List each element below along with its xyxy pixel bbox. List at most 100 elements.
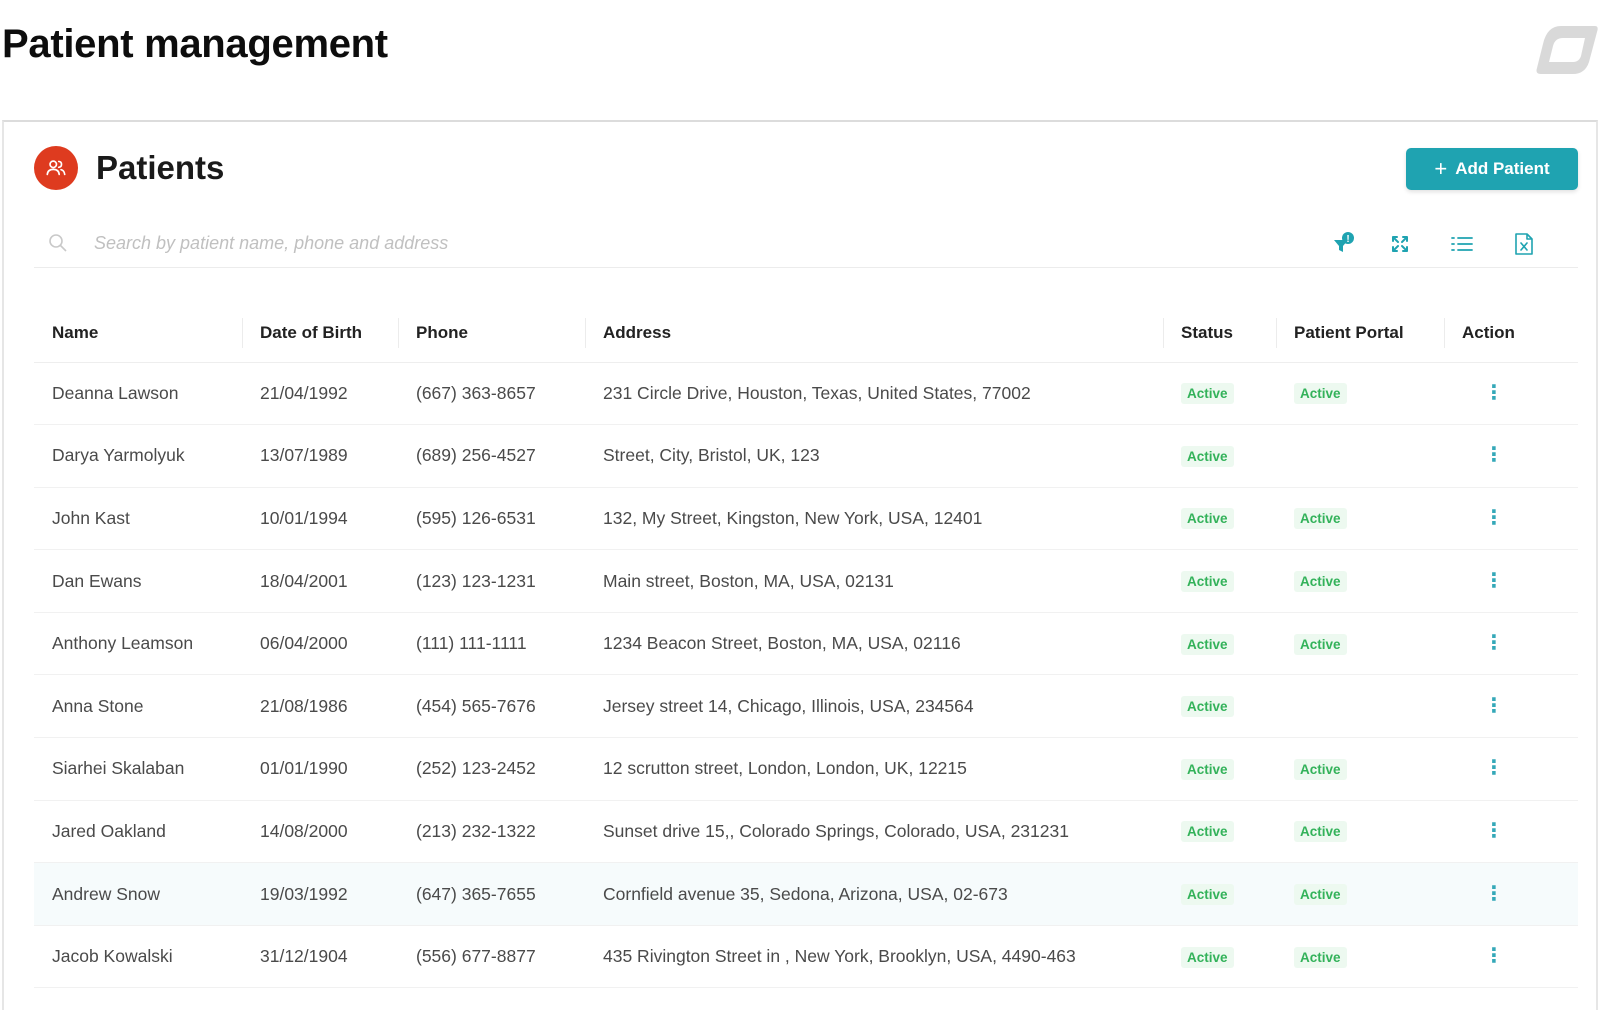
action-cell: ⋮ xyxy=(1444,674,1578,739)
status-cell: Active xyxy=(1163,674,1276,739)
table-row[interactable]: Siarhei Skalaban 01/01/1990 (252) 123-2452… xyxy=(34,737,1578,801)
more-actions-icon[interactable]: ⋮ xyxy=(1462,508,1504,528)
table-row[interactable]: John Kast 10/01/1994 (595) 126-6531 132, My… xyxy=(34,487,1578,551)
status-badge: Active xyxy=(1181,821,1234,843)
filter-button[interactable]: ! xyxy=(1330,230,1358,258)
table-row[interactable]: Anna Stone 21/08/1986 (454) 565-7676 Jersey… xyxy=(34,674,1578,739)
address: 435 Rivington Street in , New York, Broo… xyxy=(585,925,1163,989)
status-badge: Active xyxy=(1181,571,1234,593)
column-header-name[interactable]: Name xyxy=(34,304,242,363)
patient-portal-cell: Active xyxy=(1276,362,1444,426)
phone: (252) 123-2452 xyxy=(398,737,585,801)
status-badge: Active xyxy=(1181,758,1234,780)
patient-portal-cell: Active xyxy=(1276,549,1444,613)
portal-status-badge: Active xyxy=(1294,633,1347,655)
more-actions-icon[interactable]: ⋮ xyxy=(1462,758,1504,778)
status-badge: Active xyxy=(1181,633,1234,655)
patient-name-link[interactable]: Darya Yarmolyuk xyxy=(34,424,242,488)
date-of-birth: 13/07/1989 xyxy=(242,424,398,488)
table-row[interactable]: Anthony Leamson 06/04/2000 (111) 111-1111 1… xyxy=(34,612,1578,676)
status-badge: Active xyxy=(1181,946,1234,968)
filter-badge: ! xyxy=(1346,234,1349,245)
plus-icon: + xyxy=(1434,156,1448,181)
table-row[interactable]: Darya Yarmolyuk 13/07/1989 (689) 256-4527 S… xyxy=(34,424,1578,488)
portal-status-badge: Active xyxy=(1294,758,1347,780)
more-actions-icon[interactable]: ⋮ xyxy=(1462,633,1504,653)
patient-name-link[interactable]: Jared Oakland xyxy=(34,800,242,864)
search-input[interactable] xyxy=(94,227,994,259)
table-row[interactable]: Dan Ewans 18/04/2001 (123) 123-1231 Main st… xyxy=(34,549,1578,613)
date-of-birth: 10/01/1994 xyxy=(242,487,398,551)
more-actions-icon[interactable]: ⋮ xyxy=(1462,383,1504,403)
date-of-birth: 14/08/2000 xyxy=(242,800,398,864)
portal-status-badge: Active xyxy=(1294,884,1347,906)
patient-name-link[interactable]: Anna Stone xyxy=(34,674,242,739)
patient-name-link[interactable]: Jacob Kowalski xyxy=(34,925,242,989)
date-of-birth: 18/04/2001 xyxy=(242,549,398,613)
column-header-patient-portal[interactable]: Patient Portal xyxy=(1276,304,1444,363)
patient-name-link[interactable]: Deanna Lawson xyxy=(34,362,242,426)
column-header-dob[interactable]: Date of Birth xyxy=(242,304,398,363)
status-cell: Active xyxy=(1163,737,1276,801)
list-icon xyxy=(1451,237,1473,251)
patient-name-link[interactable]: Siarhei Skalaban xyxy=(34,737,242,801)
patient-name-link[interactable]: Andrew Snow xyxy=(34,862,242,926)
export-button[interactable] xyxy=(1510,230,1538,258)
patient-name-link[interactable]: John Kast xyxy=(34,487,242,551)
action-cell: ⋮ xyxy=(1444,487,1578,551)
address: Cornfield avenue 35, Sedona, Arizona, US… xyxy=(585,862,1163,926)
status-cell: Active xyxy=(1163,549,1276,613)
patient-name-link[interactable]: Dan Ewans xyxy=(34,549,242,613)
status-badge: Active xyxy=(1181,508,1234,530)
column-header-phone[interactable]: Phone xyxy=(398,304,585,363)
action-cell: ⋮ xyxy=(1444,549,1578,613)
table-row[interactable]: Jacob Kowalski 31/12/1904 (556) 677-8877 43… xyxy=(34,925,1578,989)
more-actions-icon[interactable]: ⋮ xyxy=(1462,884,1504,904)
column-header-action: Action xyxy=(1444,304,1578,363)
action-cell: ⋮ xyxy=(1444,612,1578,676)
address: 132, My Street, Kingston, New York, USA,… xyxy=(585,487,1163,551)
date-of-birth: 19/03/1992 xyxy=(242,862,398,926)
date-of-birth: 06/04/2000 xyxy=(242,612,398,676)
patients-table: Name Date of Birth Phone Address Status … xyxy=(34,304,1578,989)
column-header-status[interactable]: Status xyxy=(1163,304,1276,363)
expand-button[interactable] xyxy=(1386,230,1414,258)
table-body: Deanna Lawson 21/04/1992 (667) 363-8657 231… xyxy=(34,362,1578,989)
more-actions-icon[interactable]: ⋮ xyxy=(1462,821,1504,841)
more-actions-icon[interactable]: ⋮ xyxy=(1462,571,1504,591)
patient-portal-cell xyxy=(1276,674,1444,739)
phone: (667) 363-8657 xyxy=(398,362,585,426)
brand-logo-icon xyxy=(1536,26,1598,74)
date-of-birth: 21/08/1986 xyxy=(242,674,398,739)
list-view-button[interactable] xyxy=(1448,230,1476,258)
action-cell: ⋮ xyxy=(1444,925,1578,989)
phone: (111) 111-1111 xyxy=(398,612,585,676)
patient-portal-cell: Active xyxy=(1276,737,1444,801)
status-badge: Active xyxy=(1181,884,1234,906)
portal-status-badge: Active xyxy=(1294,508,1347,530)
panel-header: Patients xyxy=(34,146,224,190)
phone: (689) 256-4527 xyxy=(398,424,585,488)
expand-icon xyxy=(1392,236,1408,252)
status-cell: Active xyxy=(1163,925,1276,989)
table-row[interactable]: Andrew Snow 19/03/1992 (647) 365-7655 Cornf… xyxy=(34,862,1578,926)
column-header-address[interactable]: Address xyxy=(585,304,1163,363)
status-cell: Active xyxy=(1163,487,1276,551)
more-actions-icon[interactable]: ⋮ xyxy=(1462,445,1504,465)
more-actions-icon[interactable]: ⋮ xyxy=(1462,696,1504,716)
phone: (556) 677-8877 xyxy=(398,925,585,989)
table-row[interactable]: Deanna Lawson 21/04/1992 (667) 363-8657 231… xyxy=(34,362,1578,426)
patient-name-link[interactable]: Anthony Leamson xyxy=(34,612,242,676)
users-icon xyxy=(34,146,78,190)
patient-portal-cell: Active xyxy=(1276,612,1444,676)
add-patient-label: Add Patient xyxy=(1455,159,1550,178)
table-row[interactable]: Jared Oakland 14/08/2000 (213) 232-1322 Sun… xyxy=(34,800,1578,864)
action-cell: ⋮ xyxy=(1444,800,1578,864)
more-actions-icon[interactable]: ⋮ xyxy=(1462,946,1504,966)
address: 12 scrutton street, London, London, UK, … xyxy=(585,737,1163,801)
portal-status-badge: Active xyxy=(1294,571,1347,593)
filter-icon: ! xyxy=(1334,232,1354,252)
add-patient-button[interactable]: + Add Patient xyxy=(1406,148,1578,190)
patient-portal-cell xyxy=(1276,424,1444,488)
date-of-birth: 21/04/1992 xyxy=(242,362,398,426)
